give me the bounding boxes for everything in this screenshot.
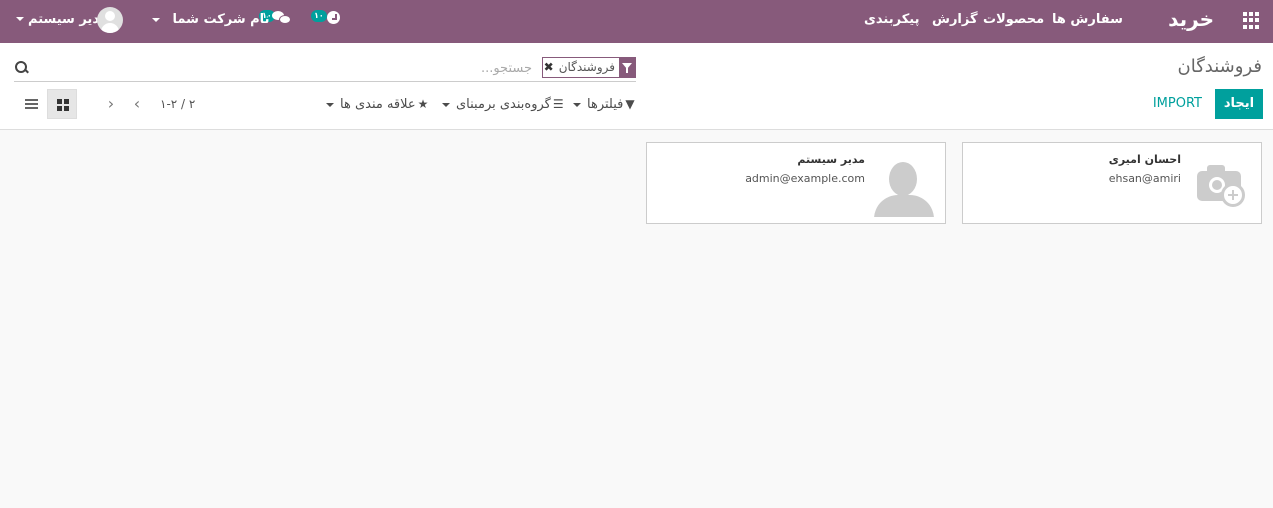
search-icon[interactable] <box>14 60 30 76</box>
search-input[interactable] <box>132 58 532 78</box>
groupby-label: گروه‌بندی برمبنای <box>456 97 551 112</box>
caret-down-icon <box>442 102 450 107</box>
menu-orders[interactable]: سفارش ها <box>1052 12 1123 27</box>
kanban-view-button[interactable] <box>47 89 77 119</box>
company-switcher[interactable]: نام شرکت شما <box>150 12 269 27</box>
filters-label: فیلترها <box>587 97 624 112</box>
star-icon: ★ <box>417 97 429 111</box>
apps-menu-icon[interactable] <box>1243 12 1260 29</box>
activity-menu[interactable]: ۱۰ <box>311 10 341 26</box>
caret-down-icon <box>573 102 581 107</box>
menu-report[interactable]: گزارش <box>932 12 978 27</box>
favorites-label: علاقه مندی ها <box>340 97 416 112</box>
facet-remove-icon[interactable]: ✖ <box>543 58 555 77</box>
kanban-record[interactable]: مدیر سیستم admin@example.com <box>646 142 946 224</box>
page-title: فروشندگان <box>1177 56 1262 77</box>
clock-icon <box>327 11 340 24</box>
filter-icon <box>619 58 635 77</box>
activity-counter-badge: ۱۰ <box>311 10 327 22</box>
import-button[interactable]: IMPORT <box>1153 89 1202 119</box>
list-icon <box>25 99 39 110</box>
menu-configuration[interactable]: پیکربندی <box>864 12 919 27</box>
user-avatar <box>97 7 123 33</box>
filter-icon: ▼ <box>625 97 635 111</box>
record-email: admin@example.com <box>745 172 865 185</box>
bars-icon: ☰ <box>552 97 564 111</box>
th-large-icon <box>57 99 69 111</box>
create-button[interactable]: ایجاد <box>1215 89 1263 119</box>
search-bar: فروشندگان ✖ <box>14 56 636 82</box>
facet-value: فروشندگان <box>558 60 615 74</box>
control-panel: فروشندگان فروشندگان ✖ ایجاد IMPORT فیلتر… <box>0 43 1273 130</box>
caret-down-icon <box>152 17 160 22</box>
app-brand[interactable]: خرید <box>1150 7 1214 31</box>
camera-placeholder-icon <box>1195 161 1247 207</box>
search-facet: فروشندگان ✖ <box>541 57 636 78</box>
user-name: مدیر سیستم <box>28 12 108 27</box>
pager-next-button[interactable]: › <box>100 93 122 115</box>
favorites-dropdown[interactable]: علاقه مندی ها ★ <box>326 97 428 112</box>
pager-previous-button[interactable]: ‹ <box>126 93 148 115</box>
person-placeholder-icon <box>872 161 936 217</box>
menu-products[interactable]: محصولات <box>983 12 1044 27</box>
record-name: احسان امیری <box>1108 153 1181 166</box>
record-email: ehsan@amiri <box>1108 172 1181 185</box>
record-name: مدیر سیستم <box>797 153 865 166</box>
main-navbar: خرید سفارش ها محصولات گزارش پیکربندی ۱۰ … <box>0 0 1273 43</box>
pager-value[interactable]: ۱-۲ / ۲ <box>160 97 195 111</box>
kanban-record[interactable]: احسان امیری ehsan@amiri <box>962 142 1262 224</box>
filters-dropdown[interactable]: فیلترها ▼ <box>573 97 635 112</box>
comments-icon <box>272 11 291 25</box>
company-name: نام شرکت شما <box>172 12 270 27</box>
groupby-dropdown[interactable]: گروه‌بندی برمبنای ☰ <box>442 97 564 112</box>
caret-down-icon <box>16 17 24 21</box>
caret-down-icon <box>326 102 334 107</box>
list-view-button[interactable] <box>17 89 47 119</box>
